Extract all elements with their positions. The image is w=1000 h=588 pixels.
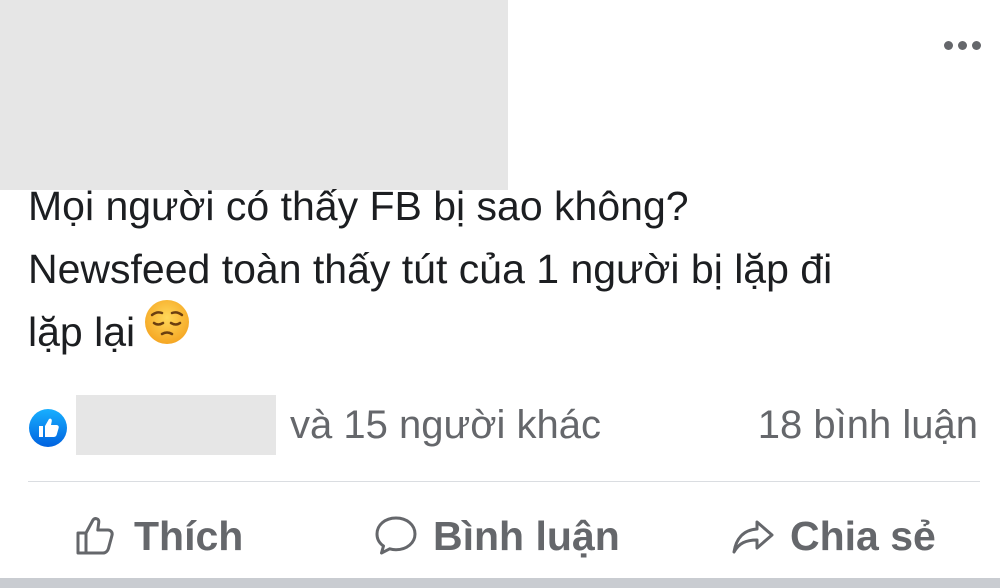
share-arrow-icon [730, 513, 776, 559]
share-label: Chia sẻ [790, 512, 936, 559]
reactions-summary: và 15 người khác 18 bình luận [28, 395, 980, 457]
redacted-post-header [0, 0, 508, 190]
post-text: Mọi người có thấy FB bị sao không? Newsf… [28, 175, 968, 368]
like-badge-icon [28, 408, 68, 448]
comment-button[interactable]: Bình luận [373, 500, 620, 572]
redacted-reactor-names [76, 395, 276, 455]
pensive-face-emoji [143, 298, 191, 364]
like-label: Thích [134, 512, 244, 559]
speech-bubble-icon [373, 513, 419, 559]
thumbs-up-icon [74, 513, 120, 559]
comment-label: Bình luận [433, 512, 620, 559]
more-horizontal-icon [943, 40, 981, 50]
share-button[interactable]: Chia sẻ [730, 500, 936, 572]
post-text-line: Mọi người có thấy FB bị sao không? [28, 183, 689, 229]
comments-count[interactable]: 18 bình luận [758, 403, 978, 448]
feed-post: Mọi người có thấy FB bị sao không? Newsf… [0, 0, 1000, 588]
post-text-line: Newsfeed toàn thấy tút của 1 người bị lặ… [28, 246, 833, 292]
divider [28, 481, 980, 482]
post-text-line-content: lặp lại [28, 309, 136, 355]
post-actions: Thích Bình luận Chia sẻ [0, 500, 1000, 572]
post-bottom-separator [0, 578, 1000, 588]
more-options-button[interactable] [936, 30, 988, 60]
reactors-others-text[interactable]: và 15 người khác [290, 403, 601, 448]
post-text-line: lặp lại [28, 298, 968, 368]
like-button[interactable]: Thích [74, 500, 243, 572]
